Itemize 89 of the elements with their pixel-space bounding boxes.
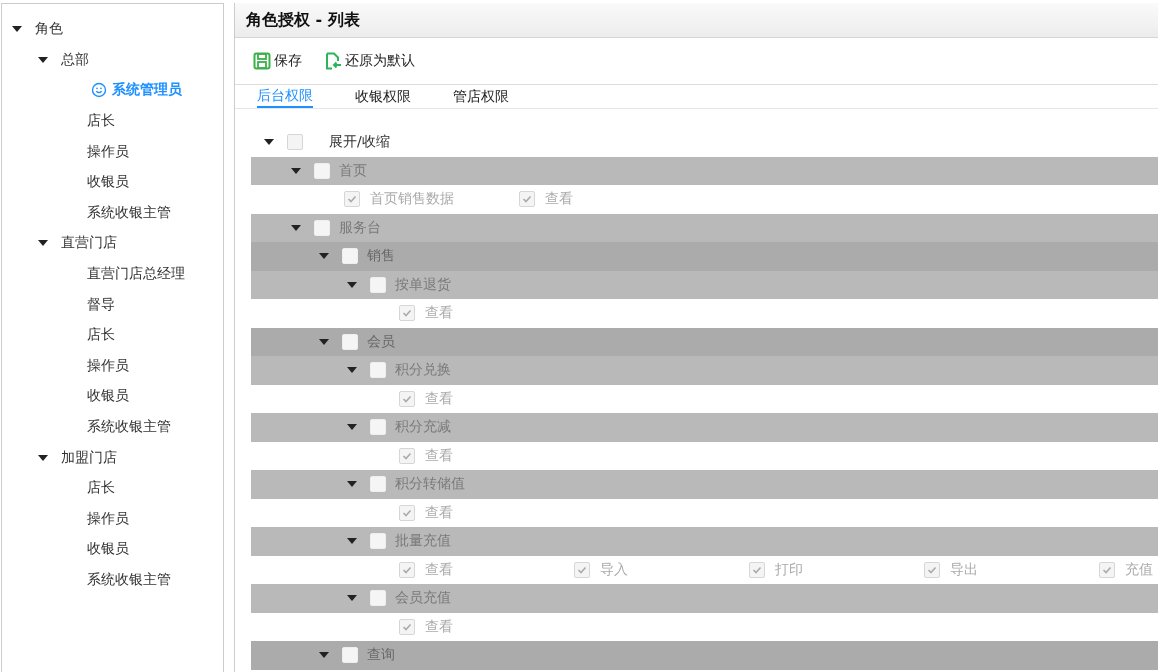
tree-item[interactable]: 角色 [35,20,63,39]
permission-group-label: 会员充值 [395,589,451,608]
caret-icon[interactable] [347,281,357,288]
tree-item[interactable]: 总部 [61,50,89,69]
permission-group-label: 会员 [367,332,395,351]
checkbox[interactable] [370,590,386,607]
caret-icon[interactable] [291,167,301,174]
tab[interactable]: 管店权限 [453,85,509,108]
permission-group-label: 查询 [367,646,395,665]
checkbox[interactable] [314,219,330,236]
tree-item[interactable]: 操作员 [87,142,129,161]
checkbox[interactable] [749,561,765,578]
tab[interactable]: 收银权限 [355,85,411,108]
caret-icon[interactable] [12,26,22,33]
caret-icon[interactable] [347,538,357,545]
checkbox[interactable] [314,162,330,179]
caret-icon[interactable] [319,253,329,260]
tree-item[interactable]: 店长 [87,479,115,498]
tree-item[interactable]: 督导 [87,295,115,314]
checkbox[interactable] [370,476,386,493]
caret-icon[interactable] [38,56,48,63]
permission-label: 首页销售数据 [370,190,454,209]
checkbox[interactable] [342,333,358,350]
caret-icon[interactable] [319,652,329,659]
permission-label: 导入 [600,560,628,579]
checkbox[interactable] [399,390,415,407]
checkbox[interactable] [342,647,358,664]
document-arrow-icon [324,52,342,70]
caret-icon[interactable] [319,338,329,345]
permission-group-label: 积分转储值 [395,475,465,494]
checkbox[interactable] [344,191,360,208]
restore-button[interactable]: 还原为默认 [320,48,419,74]
permission-label: 查看 [545,190,573,209]
tree-item[interactable]: 收银员 [87,387,129,406]
checkbox[interactable] [287,134,303,151]
permission-group-label: 积分兑换 [395,361,451,380]
permission-label: 打印 [775,560,803,579]
caret-icon[interactable] [264,139,274,146]
checkbox[interactable] [924,561,940,578]
save-button[interactable]: 保存 [249,48,306,74]
tree-item[interactable]: 系统收银主管 [87,203,171,222]
checkbox[interactable] [519,191,535,208]
tree-item[interactable]: 操作员 [87,509,129,528]
permission-group-label: 首页 [339,161,367,180]
permission-group-label: 批量充值 [395,532,451,551]
caret-icon[interactable] [38,240,48,247]
checkbox[interactable] [399,618,415,635]
permission-label: 导出 [950,560,978,579]
smiley-icon [91,82,107,99]
checkbox[interactable] [370,419,386,436]
tree-item[interactable]: 直营门店 [61,234,117,253]
tree-item[interactable]: 操作员 [87,356,129,375]
checkbox[interactable] [370,276,386,293]
checkbox[interactable] [399,447,415,464]
expand-collapse-label[interactable]: 展开/收缩 [329,133,390,152]
permission-label: 查看 [425,503,453,522]
caret-icon[interactable] [347,424,357,431]
permission-label: 查看 [425,389,453,408]
tree-item[interactable]: 店长 [87,112,115,131]
checkbox[interactable] [399,504,415,521]
permission-label: 查看 [425,617,453,636]
permission-group-label: 积分充减 [395,418,451,437]
permission-label: 查看 [425,560,453,579]
permission-label: 查看 [425,446,453,465]
checkbox[interactable] [342,248,358,265]
tree-item[interactable]: 收银员 [87,173,129,192]
caret-icon[interactable] [347,481,357,488]
permission-group-label: 销售 [367,247,395,266]
tree-item[interactable]: 系统收银主管 [87,571,171,589]
checkbox[interactable] [399,561,415,578]
tree-item[interactable]: 系统收银主管 [87,418,171,436]
tree-item[interactable]: 直营门店总经理 [87,265,185,284]
checkbox[interactable] [399,305,415,322]
tree-item[interactable]: 加盟门店 [61,448,117,467]
permission-label: 查看 [425,304,453,323]
caret-icon[interactable] [347,595,357,602]
permission-group-label: 按单退货 [395,275,451,294]
checkbox[interactable] [1099,561,1115,578]
caret-icon[interactable] [38,454,48,461]
caret-icon[interactable] [291,224,301,231]
checkbox[interactable] [370,533,386,550]
checkbox[interactable] [574,561,590,578]
permission-group-label: 服务台 [339,218,381,237]
panel-title: 角色授权 - 列表 [246,9,360,31]
tree-item[interactable]: 收银员 [87,540,129,559]
tree-item[interactable]: 店长 [87,326,115,345]
caret-icon[interactable] [347,367,357,374]
permission-label: 充值 [1125,560,1153,579]
checkbox[interactable] [370,362,386,379]
